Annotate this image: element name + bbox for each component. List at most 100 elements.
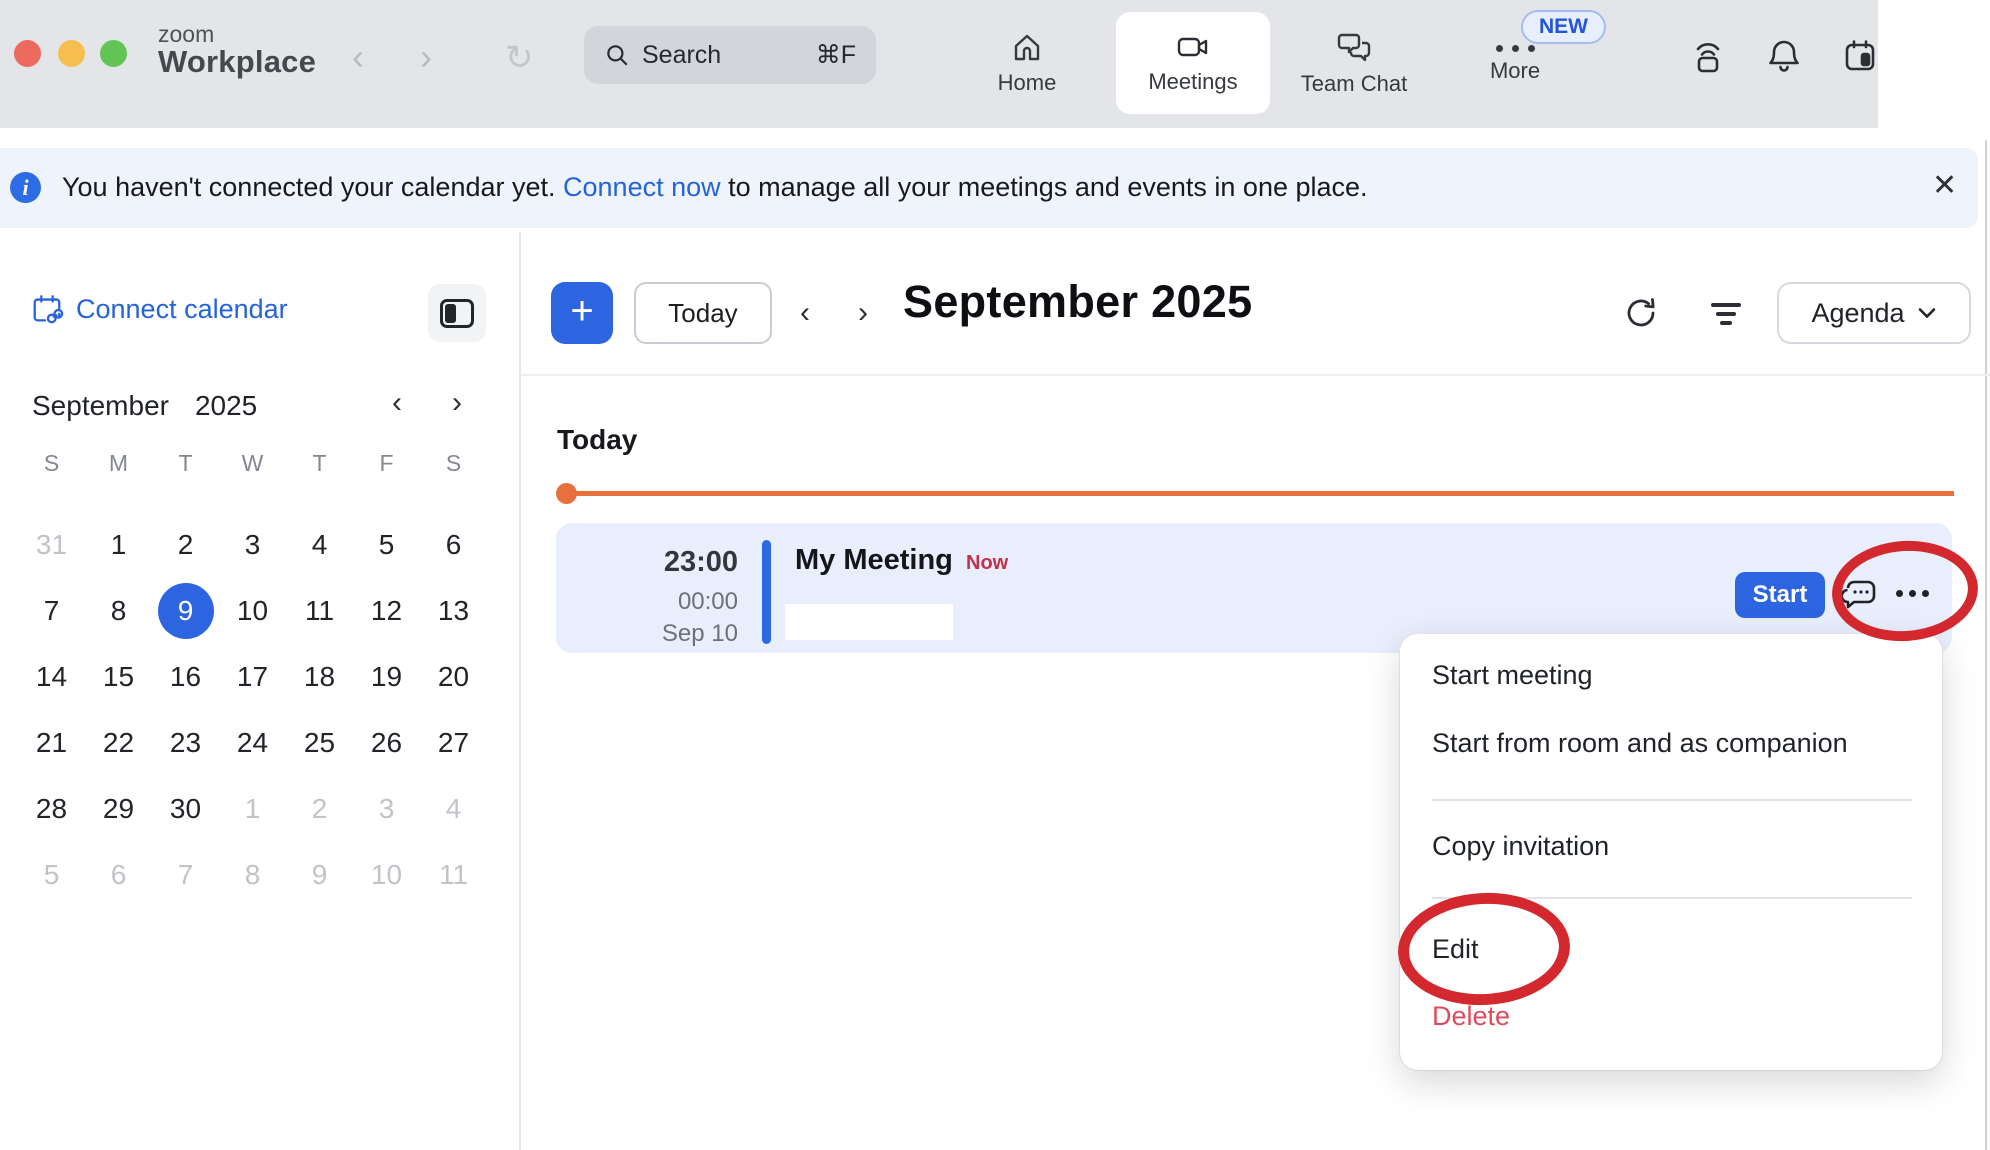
search-input[interactable]: Search ⌘F <box>584 26 876 84</box>
history-icon[interactable]: ↺ <box>505 38 534 78</box>
day-header: F <box>353 450 420 477</box>
calendar-day[interactable]: 8 <box>85 578 152 644</box>
share-to-room-icon[interactable] <box>1688 36 1728 76</box>
prev-month-icon[interactable]: ‹ <box>800 296 810 330</box>
calendar-day[interactable]: 11 <box>286 578 353 644</box>
meeting-title: My Meeting <box>795 544 953 577</box>
calendar-day[interactable]: 13 <box>420 578 487 644</box>
nav-forward-icon[interactable]: › <box>420 36 432 78</box>
day-header: M <box>85 450 152 477</box>
calendar-day[interactable]: 21 <box>18 710 85 776</box>
calendar-day[interactable]: 6 <box>420 512 487 578</box>
calendar-day[interactable]: 30 <box>152 776 219 842</box>
tab-home[interactable]: Home <box>952 0 1102 128</box>
connect-now-link[interactable]: Connect now <box>563 172 721 202</box>
calendar-day[interactable]: 7 <box>18 578 85 644</box>
calendar-day[interactable]: 31 <box>18 512 85 578</box>
meeting-accent-bar <box>762 540 771 644</box>
calendar-day[interactable]: 15 <box>85 644 152 710</box>
today-button[interactable]: Today <box>634 282 772 344</box>
calendar-day[interactable]: 28 <box>18 776 85 842</box>
filter-icon[interactable] <box>1708 300 1744 330</box>
calendar-day[interactable]: 10 <box>353 842 420 908</box>
calendar-day[interactable]: 8 <box>219 842 286 908</box>
search-shortcut: ⌘F <box>816 40 856 70</box>
calendar-day[interactable]: 20 <box>420 644 487 710</box>
app-logo: zoom Workplace <box>158 22 316 79</box>
calendar-day[interactable]: 12 <box>353 578 420 644</box>
menu-item-start-meeting[interactable]: Start meeting <box>1432 660 1593 691</box>
calendar-icon[interactable] <box>1840 36 1880 76</box>
menu-item-start-from-room[interactable]: Start from room and as companion <box>1432 728 1848 759</box>
mini-calendar-grid: 3112345678910111213141516171819202122232… <box>18 512 487 908</box>
connect-calendar-link[interactable]: Connect calendar <box>30 292 288 326</box>
toggle-sidebar-button[interactable] <box>428 284 486 342</box>
new-meeting-button[interactable]: + <box>551 282 613 344</box>
today-section-label: Today <box>557 424 637 456</box>
calendar-day[interactable]: 17 <box>219 644 286 710</box>
calendar-day[interactable]: 10 <box>219 578 286 644</box>
calendar-day[interactable]: 1 <box>219 776 286 842</box>
connect-calendar-label: Connect calendar <box>76 294 288 325</box>
nav-back-icon[interactable]: ‹ <box>352 36 364 78</box>
window-close-button[interactable] <box>14 40 41 67</box>
day-header: W <box>219 450 286 477</box>
search-placeholder: Search <box>642 41 721 70</box>
mini-calendar-next-icon[interactable]: › <box>452 386 462 420</box>
home-icon <box>1011 32 1043 64</box>
tab-meetings-label: Meetings <box>1148 69 1237 95</box>
calendar-day[interactable]: 25 <box>286 710 353 776</box>
calendar-day[interactable]: 7 <box>152 842 219 908</box>
calendar-day[interactable]: 4 <box>286 512 353 578</box>
window-zoom-button[interactable] <box>100 40 127 67</box>
calendar-day[interactable]: 3 <box>353 776 420 842</box>
calendar-day[interactable]: 6 <box>85 842 152 908</box>
next-month-icon[interactable]: › <box>858 296 868 330</box>
calendar-day[interactable]: 1 <box>85 512 152 578</box>
calendar-day[interactable]: 24 <box>219 710 286 776</box>
banner-text-after: to manage all your meetings and events i… <box>721 172 1368 202</box>
menu-item-delete[interactable]: Delete <box>1432 1001 1510 1032</box>
panel-icon <box>440 299 474 328</box>
calendar-day[interactable]: 19 <box>353 644 420 710</box>
banner-text-before: You haven't connected your calendar yet. <box>62 172 563 202</box>
calendar-day[interactable]: 18 <box>286 644 353 710</box>
notifications-bell-icon[interactable] <box>1764 36 1804 76</box>
calendar-day[interactable]: 23 <box>152 710 219 776</box>
day-header: S <box>18 450 85 477</box>
mini-calendar-title: September2025 <box>32 390 257 422</box>
calendar-day[interactable]: 22 <box>85 710 152 776</box>
calendar-day[interactable]: 2 <box>152 512 219 578</box>
calendar-day[interactable]: 16 <box>152 644 219 710</box>
view-selector-dropdown[interactable]: Agenda <box>1777 282 1971 344</box>
calendar-day[interactable]: 3 <box>219 512 286 578</box>
mini-calendar-prev-icon[interactable]: ‹ <box>392 386 402 420</box>
day-header: T <box>152 450 219 477</box>
meeting-end-time: 00:00 <box>620 588 738 616</box>
team-chat-icon <box>1336 31 1372 65</box>
tab-meetings[interactable]: Meetings <box>1118 12 1268 114</box>
banner-text: You haven't connected your calendar yet.… <box>62 172 1368 203</box>
calendar-day[interactable]: 11 <box>420 842 487 908</box>
refresh-icon[interactable] <box>1622 294 1660 332</box>
header-divider <box>521 374 1990 376</box>
tab-team-chat[interactable]: Team Chat <box>1279 0 1429 128</box>
calendar-day[interactable]: 5 <box>18 842 85 908</box>
calendar-day[interactable]: 9 <box>286 842 353 908</box>
calendar-day[interactable]: 14 <box>18 644 85 710</box>
banner-close-icon[interactable]: ✕ <box>1932 168 1957 203</box>
new-badge: NEW <box>1521 10 1606 44</box>
calendar-day[interactable]: 27 <box>420 710 487 776</box>
calendar-day[interactable]: 2 <box>286 776 353 842</box>
start-meeting-button[interactable]: Start <box>1735 572 1825 618</box>
window-minimize-button[interactable] <box>58 40 85 67</box>
calendar-day[interactable]: 5 <box>353 512 420 578</box>
now-indicator-line <box>566 491 1954 496</box>
calendar-day-selected[interactable]: 9 <box>152 578 219 644</box>
search-icon <box>604 42 630 68</box>
mini-calendar-month: September <box>32 390 169 421</box>
calendar-day[interactable]: 29 <box>85 776 152 842</box>
menu-item-copy-invitation[interactable]: Copy invitation <box>1432 831 1609 862</box>
calendar-day[interactable]: 4 <box>420 776 487 842</box>
calendar-day[interactable]: 26 <box>353 710 420 776</box>
